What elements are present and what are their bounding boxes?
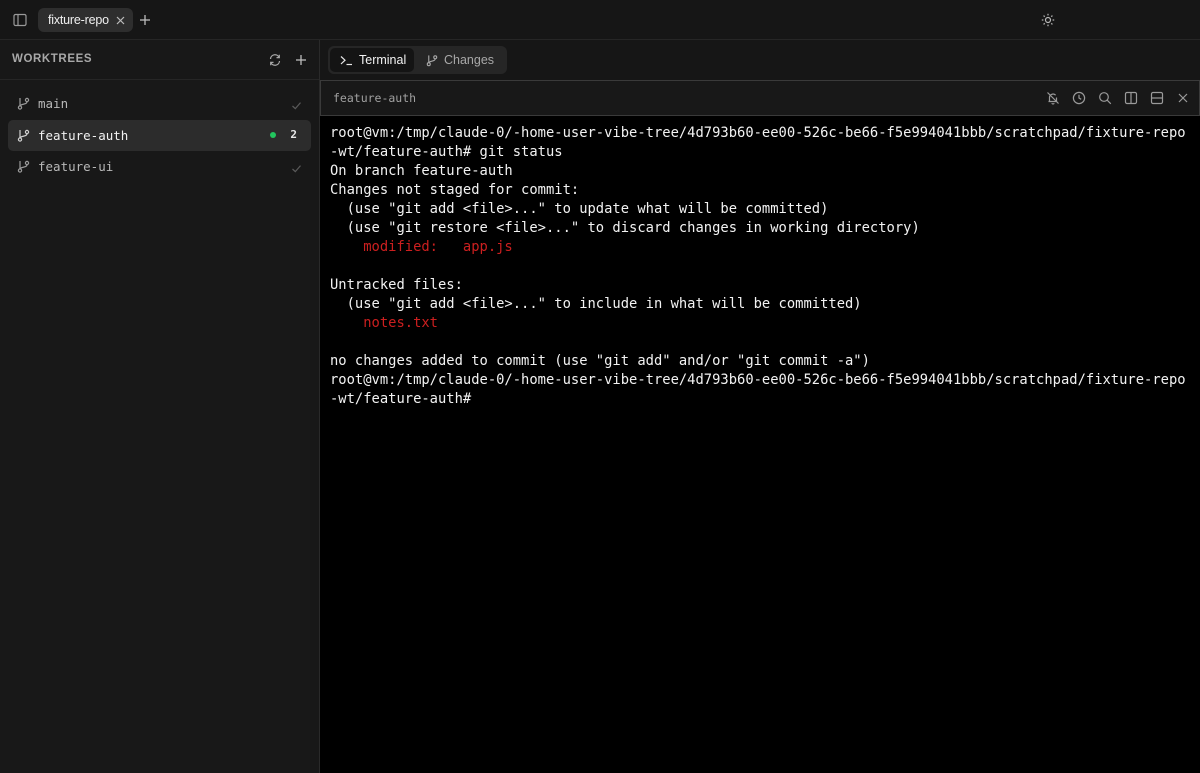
status-dot — [270, 132, 276, 138]
history-clock-icon[interactable] — [1072, 91, 1086, 105]
terminal-line: modified: app.js — [330, 239, 513, 255]
split-vertical-icon[interactable] — [1124, 91, 1138, 105]
worktree-item-feature-auth[interactable]: feature-auth 2 — [8, 120, 311, 151]
changes-count-badge: 2 — [290, 128, 297, 141]
terminal-line: no changes added to commit (use "git add… — [330, 353, 870, 369]
check-icon — [291, 161, 302, 173]
terminal-line: notes.txt — [330, 315, 438, 331]
worktree-item-main[interactable]: main — [8, 88, 311, 119]
terminal-line: -wt/feature-auth# git status — [330, 144, 563, 160]
top-bar: fixture-repo — [0, 0, 1200, 40]
tab-label: fixture-repo — [48, 13, 109, 27]
worktree-label: main — [38, 96, 69, 111]
git-branch-icon — [17, 129, 30, 142]
git-branch-icon — [426, 54, 438, 66]
view-switcher: Terminal Changes — [328, 46, 507, 74]
terminal-header: feature-auth — [320, 81, 1200, 116]
sidebar-title: WORKTREES — [12, 53, 93, 65]
terminal-line: Untracked files: — [330, 277, 463, 293]
tab-fixture-repo[interactable]: fixture-repo — [38, 8, 133, 32]
search-icon[interactable] — [1098, 91, 1112, 105]
terminal-line: Changes not staged for commit: — [330, 182, 580, 198]
sidebar-toggle-icon[interactable] — [12, 12, 28, 28]
close-terminal-icon[interactable] — [1176, 91, 1190, 105]
main-panel: Terminal Changes feature-auth root@vm:/t… — [320, 40, 1200, 773]
tab-terminal-label: Terminal — [359, 53, 407, 67]
terminal-line: (use "git add <file>..." to include in w… — [330, 296, 862, 312]
worktree-label: feature-ui — [38, 159, 114, 174]
check-icon — [291, 98, 302, 110]
terminal-icon — [340, 55, 352, 65]
worktree-item-feature-ui[interactable]: feature-ui — [8, 151, 311, 182]
app-window: fixture-repo WORKTREES main feature-auth… — [0, 0, 1200, 773]
terminal-line: On branch feature-auth — [330, 163, 513, 179]
add-worktree-plus-icon[interactable] — [293, 52, 309, 68]
terminal-panel: feature-auth root@vm:/tmp/claude-0/-home… — [320, 80, 1200, 773]
worktree-label: feature-auth — [38, 128, 129, 143]
sidebar-header: WORKTREES — [0, 40, 319, 80]
close-icon[interactable] — [113, 13, 127, 27]
terminal-line: root@vm:/tmp/claude-0/-home-user-vibe-tr… — [330, 372, 1186, 388]
refresh-icon[interactable] — [267, 52, 283, 68]
git-branch-icon — [17, 160, 30, 173]
terminal-line: (use "git restore <file>..." to discard … — [330, 220, 920, 236]
terminal-line: -wt/feature-auth# — [330, 391, 480, 407]
terminal-title: feature-auth — [333, 91, 417, 105]
worktrees-sidebar: WORKTREES main feature-auth 2 feature-ui — [0, 40, 320, 773]
terminal-line: root@vm:/tmp/claude-0/-home-user-vibe-tr… — [330, 125, 1186, 141]
bell-off-icon[interactable] — [1046, 91, 1060, 105]
new-tab-plus-icon[interactable] — [138, 13, 152, 27]
git-branch-icon — [17, 97, 30, 110]
terminal-line: (use "git add <file>..." to update what … — [330, 201, 829, 217]
terminal-output[interactable]: root@vm:/tmp/claude-0/-home-user-vibe-tr… — [330, 124, 1196, 409]
split-horizontal-icon[interactable] — [1150, 91, 1164, 105]
tab-changes-label: Changes — [444, 53, 495, 67]
theme-toggle-sun-icon[interactable] — [1040, 12, 1056, 28]
tab-changes[interactable]: Changes — [416, 48, 505, 72]
tab-terminal[interactable]: Terminal — [330, 48, 414, 72]
